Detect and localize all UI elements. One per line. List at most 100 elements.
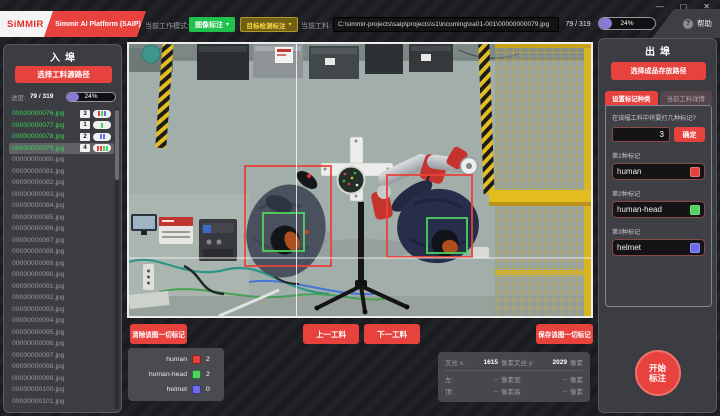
mark-color-swatch[interactable] (690, 167, 700, 177)
scrollbar-thumb[interactable] (115, 110, 119, 180)
file-name: 00000000098.jpg (12, 363, 65, 370)
coordinate-row: 顶:--像素高:--像素 (445, 385, 583, 397)
current-file-path-field[interactable]: C:\simmir-projects\saip\projects\s1\inco… (333, 17, 559, 32)
mark-color-tick (106, 146, 108, 151)
file-name: 00000000080.jpg (12, 156, 65, 163)
coordinate-label: 高: (514, 386, 522, 396)
list-progress-row: 进度: 79 / 319 24% (11, 91, 116, 102)
mark-color-swatch[interactable] (690, 243, 700, 253)
mark-name-field[interactable]: human-head (612, 201, 705, 218)
clear-all-marks-button[interactable]: 清除该图一切标记 (130, 324, 187, 344)
file-list-item[interactable]: 00000000094.jpg (9, 315, 114, 327)
mark-name-field[interactable]: human (612, 163, 705, 180)
mode-primary-label: 图像标注 (195, 20, 223, 30)
file-list-item[interactable]: 00000000099.jpg (9, 373, 114, 385)
coordinate-cell: 叉丝 x:1615像素 (445, 357, 514, 367)
mark-settings-panel: 在该幅工料中将要打几种标记? 3 确定 第1种标记human第2种标记human… (605, 105, 712, 307)
mark-count-input[interactable]: 3 (612, 127, 670, 142)
file-name: 00000000099.jpg (12, 375, 65, 382)
help-button[interactable]: 帮助 (697, 18, 712, 29)
mode-select-detection-annotation[interactable]: 目标检测标注 ▾ (240, 17, 298, 32)
file-list-item[interactable]: 00000000091.jpg (9, 281, 114, 293)
file-list: 00000000076.jpg300000000077.jpg100000000… (9, 108, 114, 409)
file-list-item[interactable]: 00000000093.jpg (9, 304, 114, 316)
file-list-item[interactable]: 00000000077.jpg1 (9, 120, 114, 132)
file-list-item[interactable]: 00000000079.jpg4 (9, 143, 114, 155)
minimize-icon[interactable]: — (656, 2, 664, 11)
coordinate-unit: 像素 (501, 386, 514, 396)
global-progress-bar: 24% (598, 17, 656, 30)
file-name: 00000000095.jpg (12, 329, 65, 336)
mode-secondary-label: 目标检测标注 (246, 20, 285, 30)
tab-set-mark-types[interactable]: 设置标记种类 (605, 91, 658, 105)
file-list-item[interactable]: 00000000078.jpg 2 (9, 131, 114, 143)
file-list-item[interactable]: 00000000076.jpg3 (9, 108, 114, 120)
legend-color-swatch (192, 370, 201, 379)
file-list-item[interactable]: 00000000084.jpg (9, 200, 114, 212)
legend-class-label: helmet (134, 386, 187, 393)
file-list-item[interactable]: 00000000083.jpg (9, 189, 114, 201)
file-name: 00000000083.jpg (12, 191, 65, 198)
mark-group: 第3种标记helmet (612, 227, 705, 256)
legend-count: 2 (206, 356, 218, 363)
confirm-button[interactable]: 确定 (674, 127, 705, 142)
next-file-button[interactable]: 下一工料 (364, 324, 420, 344)
file-list-item[interactable]: 00000000089.jpg (9, 258, 114, 270)
file-name: 00000000078.jpg (12, 133, 65, 140)
coordinate-label: 左: (445, 374, 453, 384)
coordinate-value: -- (563, 388, 570, 395)
tab-current-file-details[interactable]: 当前工料详情 (660, 91, 713, 105)
coordinate-row: 叉丝 x:1615像素叉丝 y:2029像素 (445, 356, 583, 368)
start-button-label: 开始 (649, 363, 666, 373)
file-list-item[interactable]: 00000000096.jpg (9, 338, 114, 350)
select-source-path-button[interactable]: 选择工料源路径 (15, 66, 112, 83)
file-list-scrollbar[interactable] (115, 108, 119, 409)
mark-color-tick (100, 146, 102, 151)
file-list-item[interactable]: 00000000100.jpg (9, 384, 114, 396)
mark-count-badge: 4 (80, 144, 90, 152)
file-list-item[interactable]: 00000000090.jpg (9, 269, 114, 281)
coordinate-unit: 像素 (501, 374, 514, 384)
file-list-item[interactable]: 00000000086.jpg (9, 223, 114, 235)
select-output-path-button[interactable]: 选择成品存放路径 (611, 62, 706, 80)
input-panel: 入埠 选择工料源路径 进度: 79 / 319 24% 00000000076.… (3, 44, 122, 413)
previous-file-button[interactable]: 上一工料 (303, 324, 359, 344)
mark-groups: 第1种标记human第2种标记human-head第3种标记helmet (612, 151, 705, 256)
file-list-item[interactable]: 00000000098.jpg (9, 361, 114, 373)
mark-colors-chip (93, 144, 111, 152)
file-list-item[interactable]: 00000000088.jpg (9, 246, 114, 258)
file-list-item[interactable]: 00000000082.jpg (9, 177, 114, 189)
mark-name-field[interactable]: helmet (612, 239, 705, 256)
file-list-item[interactable]: 00000000101.jpg (9, 396, 114, 408)
input-panel-title: 入埠 (4, 49, 121, 64)
help-icon[interactable]: ? (683, 19, 693, 29)
file-list-item[interactable]: 00000000097.jpg (9, 350, 114, 362)
mark-color-swatch[interactable] (690, 205, 700, 215)
file-list-item[interactable]: 00000000092.jpg (9, 292, 114, 304)
file-list-item[interactable]: 00000000095.jpg (9, 327, 114, 339)
file-list-item[interactable]: 00000000081.jpg (9, 166, 114, 178)
mark-count-badge: 1 (80, 121, 90, 129)
mark-color-tick (104, 111, 106, 116)
chevron-down-icon: ▾ (288, 21, 291, 28)
mark-group: 第2种标记human-head (612, 189, 705, 218)
file-list-item[interactable]: 00000000080.jpg (9, 154, 114, 166)
mode-select-image-annotation[interactable]: 图像标注 ▾ (189, 17, 235, 32)
file-list-item[interactable]: 00000000087.jpg (9, 235, 114, 247)
file-name: 00000000082.jpg (12, 179, 65, 186)
mark-color-tick (97, 146, 99, 151)
coordinate-unit: 像素 (570, 386, 583, 396)
file-name: 00000000101.jpg (12, 398, 65, 405)
start-annotation-button[interactable]: 开始标注 (635, 350, 681, 396)
save-all-marks-button[interactable]: 保存该图一切标记 (536, 324, 593, 344)
coordinate-label: 叉丝 x: (445, 357, 465, 367)
annotation-canvas[interactable] (127, 42, 593, 318)
legend-row: helmet0 (134, 385, 218, 394)
legend-color-swatch (192, 355, 201, 364)
mark-count-badge: 2 (80, 133, 90, 141)
legend-class-label: human-head (134, 371, 187, 378)
file-list-item[interactable]: 00000000085.jpg (9, 212, 114, 224)
file-name: 00000000088.jpg (12, 248, 65, 255)
legend-row: human2 (134, 355, 218, 364)
chevron-down-icon: ▾ (226, 21, 229, 28)
